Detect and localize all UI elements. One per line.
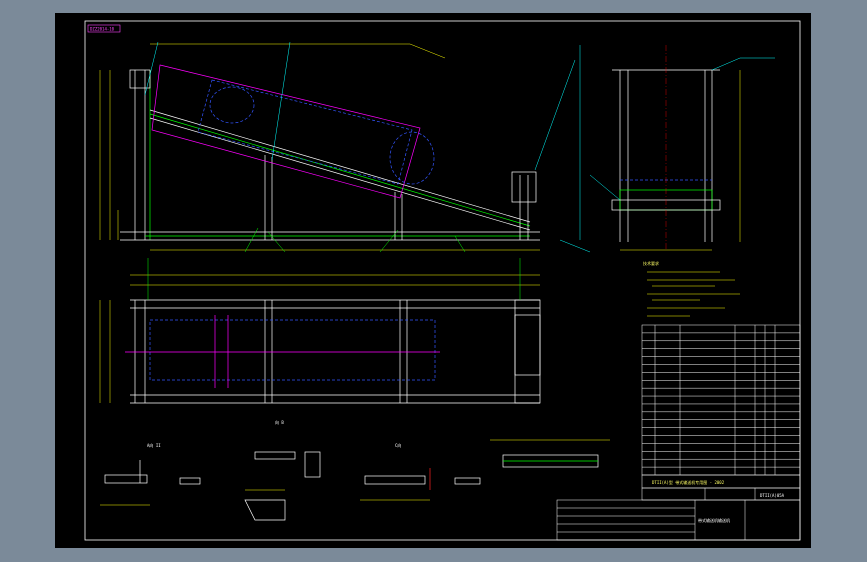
section-label-b: 向 B [275, 419, 284, 425]
cad-number: DTII(A)05A [760, 493, 785, 498]
main-title: DTII(A)型 带式输送机专用图 - 2002 [652, 479, 725, 485]
cad-viewport[interactable]: DZZ2014-10 A向 II 向 B C向 技术要求 DTII(A)型 带式… [0, 0, 867, 562]
tech-notes-title: 技术要求 [643, 260, 659, 266]
drawing-sheet [55, 13, 811, 548]
top-left-tag-text: DZZ2014-10 [90, 27, 115, 32]
drawing-canvas[interactable]: DZZ2014-10 A向 II 向 B C向 技术要求 DTII(A)型 带式… [0, 0, 867, 562]
company-name: 带式输送机输送机 [698, 517, 730, 523]
section-label-a: A向 II [147, 442, 161, 448]
section-label-c: C向 [395, 442, 401, 448]
